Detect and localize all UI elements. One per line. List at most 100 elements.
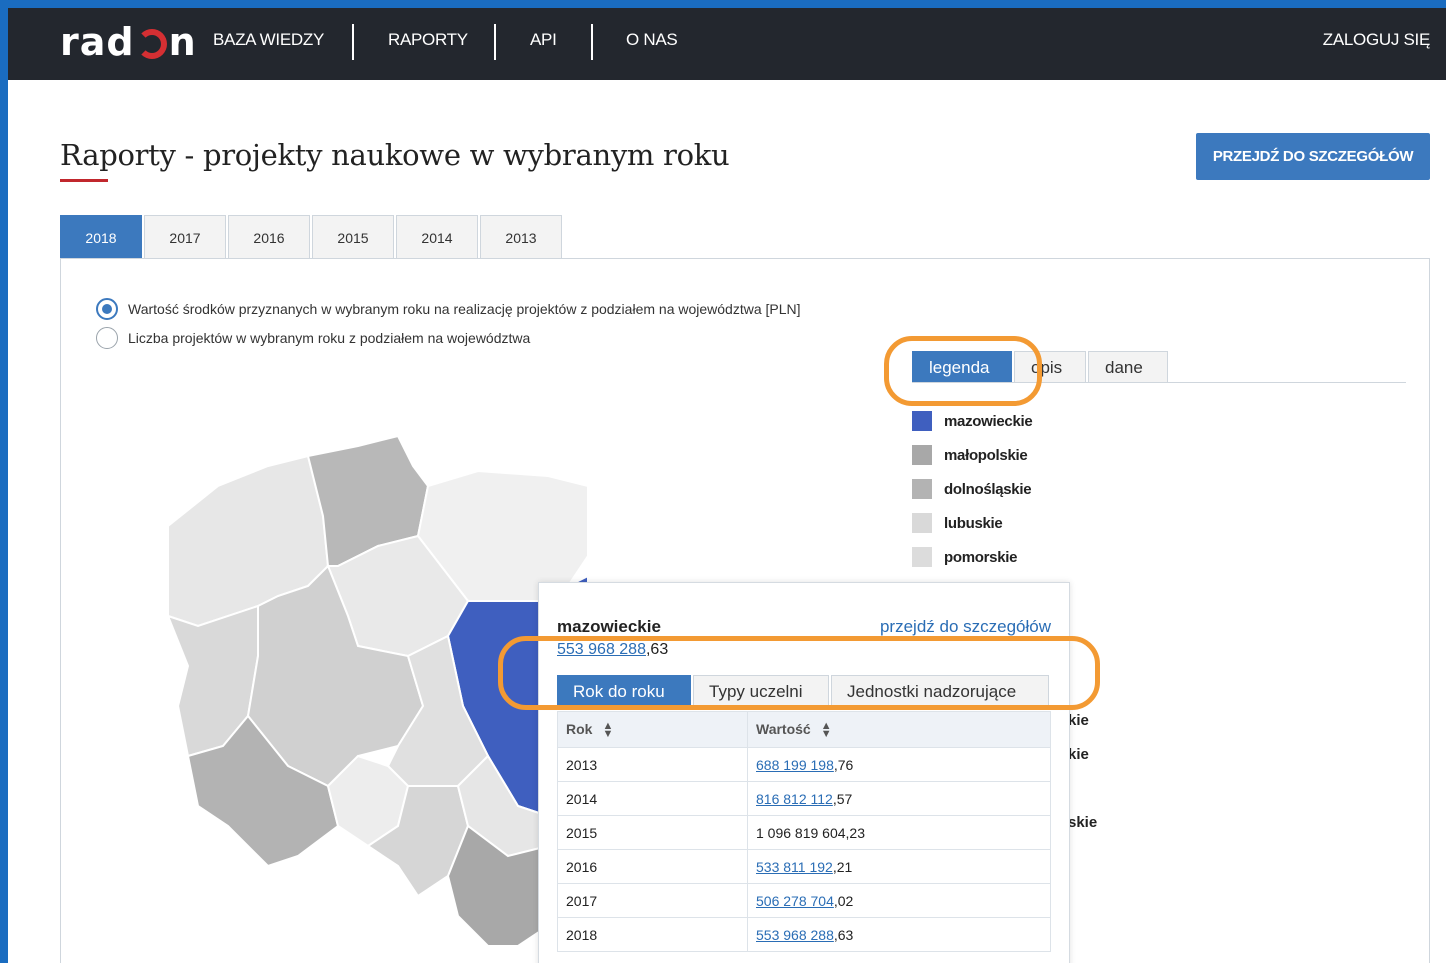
column-header-wartosc[interactable]: Wartość ▲ ▼ <box>747 711 1051 748</box>
radio-count-label: Liczba projektów w wybranym roku z podzi… <box>128 330 531 346</box>
tab-2017[interactable]: 2017 <box>144 215 226 259</box>
tab-dane[interactable]: dane <box>1088 351 1168 383</box>
logo-text-right: n <box>168 20 197 64</box>
table-row: 2016 533 811 192,21 <box>557 849 1051 884</box>
card-total-value: 553 968 288,63 <box>557 641 668 659</box>
table-row: 2015 1 096 819 604,23 <box>557 815 1051 850</box>
value-link[interactable]: 553 968 288 <box>756 927 834 943</box>
title-underline <box>60 179 108 182</box>
radio-unselected-icon[interactable] <box>96 327 118 349</box>
radio-value-option[interactable]: Wartość środków przyznanych w wybranym r… <box>96 298 801 320</box>
legend-label: dolnośląskie <box>944 480 1032 498</box>
card-value-link[interactable]: 553 968 288 <box>557 641 646 658</box>
nav-o-nas[interactable]: O NAS <box>626 30 678 50</box>
nav-baza-wiedzy[interactable]: BAZA WIEDZY <box>213 30 324 50</box>
top-navbar: rad n BAZA WIEDZY RAPORTY API O NAS ZALOG… <box>8 8 1446 80</box>
legend-item: małopolskie <box>912 438 1032 472</box>
cell-value: 506 278 704,02 <box>747 883 1051 918</box>
tab-2016[interactable]: 2016 <box>228 215 310 259</box>
radio-count-option[interactable]: Liczba projektów w wybranym roku z podzi… <box>96 327 530 349</box>
legend-partial-label: kie <box>1068 746 1089 763</box>
browser-frame: rad n BAZA WIEDZY RAPORTY API O NAS ZALOG… <box>8 8 1446 963</box>
legend-list: mazowieckie małopolskie dolnośląskie lub… <box>912 404 1033 574</box>
card-region-title: mazowieckie <box>557 617 661 636</box>
legend-item: pomorskie <box>912 540 1032 574</box>
column-header-rok[interactable]: Rok ▲ ▼ <box>557 711 748 748</box>
cell-year: 2013 <box>557 747 748 782</box>
tab-2018[interactable]: 2018 <box>60 215 142 259</box>
sort-icon[interactable]: ▲ ▼ <box>821 721 832 740</box>
cell-value: 1 096 819 604,23 <box>747 815 1051 850</box>
sort-icon[interactable]: ▲ ▼ <box>602 721 613 740</box>
value-decimal: ,76 <box>833 756 854 773</box>
cell-value: 816 812 112,57 <box>747 781 1051 816</box>
radio-value-label: Wartość środków przyznanych w wybranym r… <box>128 301 801 317</box>
page-title: Raporty - projekty naukowe w wybranym ro… <box>60 138 730 172</box>
legend-tabs-divider <box>912 382 1406 383</box>
value-link[interactable]: 816 812 112 <box>756 791 833 807</box>
value-decimal: ,63 <box>833 926 854 943</box>
card-details-link[interactable]: przejdź do szczegółów <box>880 617 1051 637</box>
header-label: Wartość <box>756 720 811 737</box>
tab-rok-do-roku[interactable]: Rok do roku <box>557 675 691 707</box>
nav-separator <box>494 24 496 60</box>
legend-partial-label: skie <box>1068 814 1098 831</box>
value-decimal: ,21 <box>832 858 853 875</box>
year-tabs: 2018 2017 2016 2015 2014 2013 <box>60 215 564 259</box>
tab-legenda[interactable]: legenda <box>912 351 1012 383</box>
legend-item: mazowieckie <box>912 404 1033 438</box>
value-link[interactable]: 688 199 198 <box>756 757 834 773</box>
value-decimal: ,02 <box>833 892 854 909</box>
year-value-table: Rok ▲ ▼ Wartość ▲ ▼ 2013 688 199 198,76 2014… <box>557 711 1051 952</box>
logo-mark-icon <box>136 29 167 59</box>
card-value-decimal: ,63 <box>645 641 669 658</box>
nav-raporty[interactable]: RAPORTY <box>388 30 468 50</box>
value-link[interactable]: 506 278 704 <box>756 893 834 909</box>
legend-label: lubuskie <box>944 514 1003 532</box>
nav-api[interactable]: API <box>530 30 557 50</box>
legend-tabs: legenda opis dane <box>912 351 1170 383</box>
table-row: 2017 506 278 704,02 <box>557 883 1051 918</box>
tab-jednostki-nadzorujace[interactable]: Jednostki nadzorujące <box>831 675 1049 707</box>
value-text: 1 096 819 604,23 <box>756 824 865 841</box>
legend-swatch <box>912 411 932 431</box>
table-row: 2013 688 199 198,76 <box>557 747 1051 782</box>
cell-year: 2015 <box>557 815 748 850</box>
value-decimal: ,57 <box>832 790 853 807</box>
tab-2014[interactable]: 2014 <box>396 215 478 259</box>
legend-partial-label: kie <box>1068 712 1089 729</box>
logo-text-left: rad <box>60 20 135 64</box>
cell-value: 533 811 192,21 <box>747 849 1051 884</box>
table-row: 2014 816 812 112,57 <box>557 781 1051 816</box>
header-label: Rok <box>566 720 593 737</box>
legend-swatch <box>912 547 932 567</box>
login-link[interactable]: ZALOGUJ SIĘ <box>1323 30 1431 50</box>
details-button[interactable]: PRZEJDŹ DO SZCZEGÓŁÓW <box>1196 133 1430 180</box>
table-row: 2018 553 968 288,63 <box>557 917 1051 952</box>
tab-2015[interactable]: 2015 <box>312 215 394 259</box>
table-header-row: Rok ▲ ▼ Wartość ▲ ▼ <box>557 711 1051 748</box>
value-link[interactable]: 533 811 192 <box>756 859 833 875</box>
tab-2013[interactable]: 2013 <box>480 215 562 259</box>
legend-swatch <box>912 513 932 533</box>
cell-value: 553 968 288,63 <box>747 917 1051 952</box>
nav-separator <box>352 24 354 60</box>
cell-year: 2014 <box>557 781 748 816</box>
region-detail-card: mazowieckie przejdź do szczegółów 553 96… <box>538 582 1070 963</box>
cell-year: 2017 <box>557 883 748 918</box>
tab-opis[interactable]: opis <box>1014 351 1086 383</box>
radio-selected-icon[interactable] <box>96 298 118 320</box>
legend-label: małopolskie <box>944 446 1028 464</box>
legend-swatch <box>912 445 932 465</box>
card-tabs: Rok do roku Typy uczelni Jednostki nadzo… <box>557 675 1051 707</box>
legend-swatch <box>912 479 932 499</box>
legend-label: pomorskie <box>944 548 1018 566</box>
cell-year: 2018 <box>557 917 748 952</box>
radon-logo[interactable]: rad n <box>60 20 197 64</box>
nav-separator <box>591 24 593 60</box>
legend-label: mazowieckie <box>944 412 1033 430</box>
tab-typy-uczelni[interactable]: Typy uczelni <box>693 675 829 707</box>
legend-item: lubuskie <box>912 506 1032 540</box>
legend-item: dolnośląskie <box>912 472 1032 506</box>
cell-value: 688 199 198,76 <box>747 747 1051 782</box>
